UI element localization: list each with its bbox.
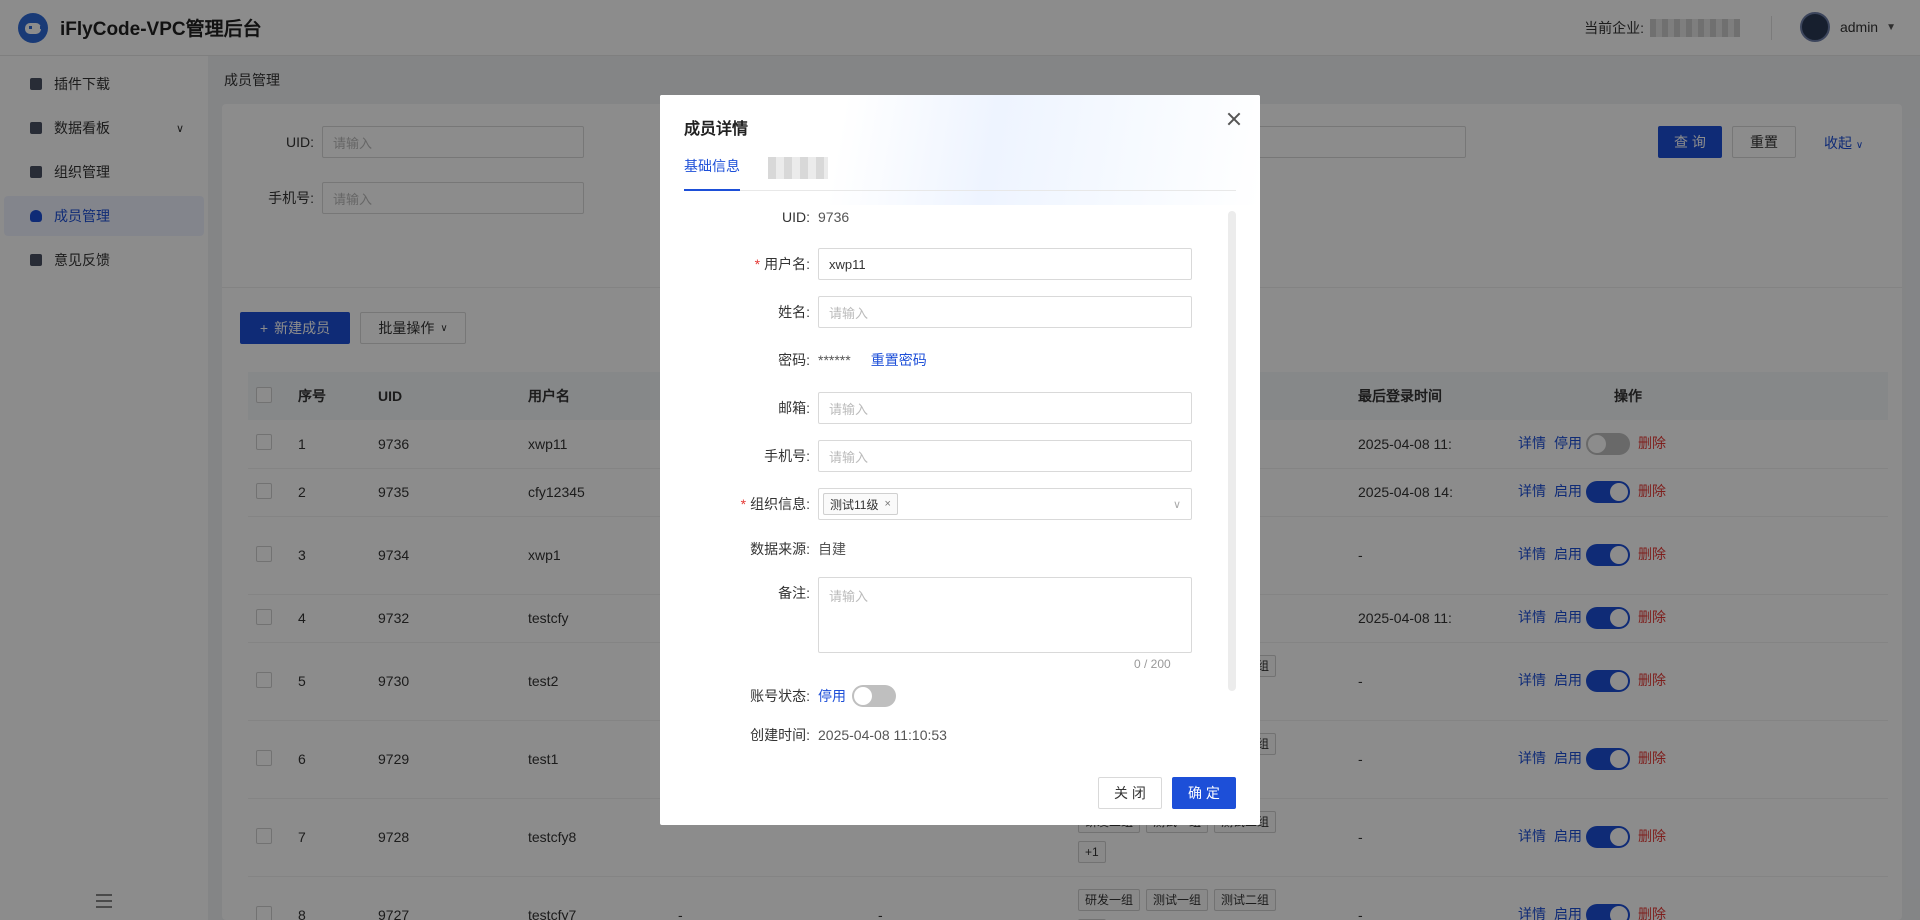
created-row: 创建时间: 2025-04-08 11:10:53 xyxy=(684,725,947,745)
email-row: 邮箱: 请输入 xyxy=(684,392,1192,424)
remark-char-count: 0 / 200 xyxy=(1134,657,1171,671)
field-label: UID: xyxy=(782,209,810,225)
org-tag: 测试11级 × xyxy=(823,493,898,515)
uid-row: UID: 9736 xyxy=(684,209,849,225)
email-input[interactable]: 请输入 xyxy=(818,392,1192,424)
close-icon[interactable] xyxy=(1226,111,1242,127)
password-value: ****** xyxy=(818,352,851,368)
required-mark: * xyxy=(740,496,747,512)
tab-basic-info[interactable]: 基础信息 xyxy=(684,153,740,191)
username-row: * 用户名: xwp11 xyxy=(684,248,1192,280)
org-row: * 组织信息: 测试11级 × ∨ xyxy=(684,488,1192,520)
required-mark: * xyxy=(754,256,761,272)
remark-textarea[interactable]: 请输入 xyxy=(818,577,1192,653)
field-label: 账号状态: xyxy=(750,688,810,704)
remark-row: 备注: 请输入 xyxy=(684,577,1192,653)
field-label: * 用户名: xyxy=(684,254,818,274)
label-text: 组织信息: xyxy=(750,496,810,512)
modal-scrollbar[interactable] xyxy=(1228,211,1236,691)
account-status-toggle[interactable] xyxy=(852,685,896,707)
name-row: 姓名: 请输入 xyxy=(684,296,1192,328)
close-button[interactable]: 关 闭 xyxy=(1098,777,1162,809)
phone-input[interactable]: 请输入 xyxy=(818,440,1192,472)
source-row: 数据来源: 自建 xyxy=(684,539,846,559)
field-label: 姓名: xyxy=(778,304,810,320)
chevron-down-icon: ∨ xyxy=(1172,498,1181,511)
name-input[interactable]: 请输入 xyxy=(818,296,1192,328)
status-text: 停用 xyxy=(818,688,846,704)
reset-password-link[interactable]: 重置密码 xyxy=(871,350,927,370)
modal-tabs: 基础信息 xyxy=(684,153,1236,191)
created-value: 2025-04-08 11:10:53 xyxy=(818,727,947,743)
org-select[interactable]: 测试11级 × ∨ xyxy=(818,488,1192,520)
field-label: * 组织信息: xyxy=(684,494,818,514)
member-detail-modal: 成员详情 基础信息 UID: 9736 * 用户名: xwp11 姓名: 请输入 … xyxy=(660,95,1260,825)
field-label: 密码: xyxy=(778,352,810,368)
modal-title: 成员详情 xyxy=(684,121,749,138)
username-input[interactable]: xwp11 xyxy=(818,248,1192,280)
confirm-button[interactable]: 确 定 xyxy=(1172,777,1236,809)
modal-footer: 关 闭 确 定 xyxy=(1098,777,1236,809)
uid-value: 9736 xyxy=(818,209,850,225)
tag-text: 测试11级 xyxy=(830,497,879,512)
phone-row: 手机号: 请输入 xyxy=(684,440,1192,472)
field-label: 备注: xyxy=(778,585,810,601)
close-icon[interactable]: × xyxy=(884,498,890,510)
field-label: 手机号: xyxy=(764,448,810,464)
label-text: 用户名: xyxy=(764,256,810,272)
field-label: 邮箱: xyxy=(778,400,810,416)
source-value: 自建 xyxy=(818,541,846,557)
tab-redacted[interactable] xyxy=(768,157,828,179)
status-row: 账号状态: 停用 xyxy=(684,685,896,707)
field-label: 数据来源: xyxy=(750,541,810,557)
field-label: 创建时间: xyxy=(750,727,810,743)
password-row: 密码: ****** 重置密码 xyxy=(684,350,927,370)
